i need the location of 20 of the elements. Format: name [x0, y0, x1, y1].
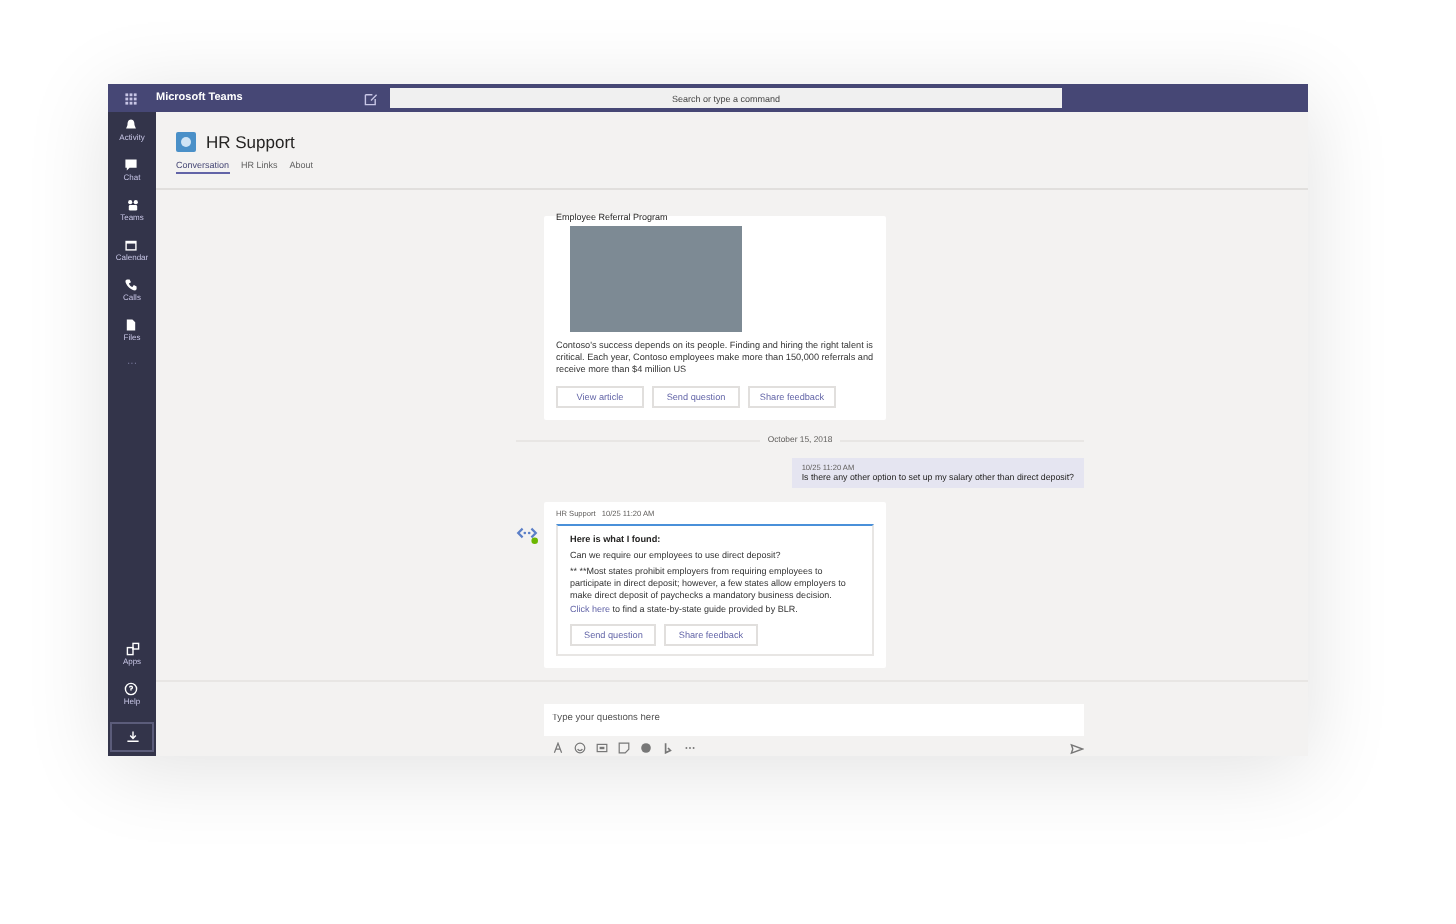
emoji-icon[interactable]	[574, 742, 586, 754]
people-icon[interactable]	[125, 198, 139, 212]
bell-icon[interactable]	[124, 118, 139, 132]
send-icon[interactable]	[1070, 741, 1084, 755]
download-icon[interactable]	[125, 730, 139, 744]
format-icon[interactable]	[552, 742, 564, 754]
help-icon[interactable]	[124, 682, 139, 696]
phone-icon[interactable]	[124, 278, 139, 292]
compose-icon[interactable]	[364, 91, 378, 105]
channel-title: HR Support	[206, 132, 295, 152]
b-letter-icon[interactable]	[662, 742, 674, 754]
chat-icon[interactable]	[124, 158, 139, 172]
gif-icon[interactable]	[596, 742, 608, 754]
channel-logo-icon[interactable]	[176, 132, 196, 152]
file-icon[interactable]	[124, 318, 139, 332]
calendar-icon[interactable]	[124, 238, 139, 252]
apps-icon[interactable]	[125, 642, 139, 656]
sticker-icon[interactable]	[618, 742, 630, 754]
app-grid-icon[interactable]	[124, 91, 138, 105]
download-button[interactable]	[110, 722, 154, 752]
